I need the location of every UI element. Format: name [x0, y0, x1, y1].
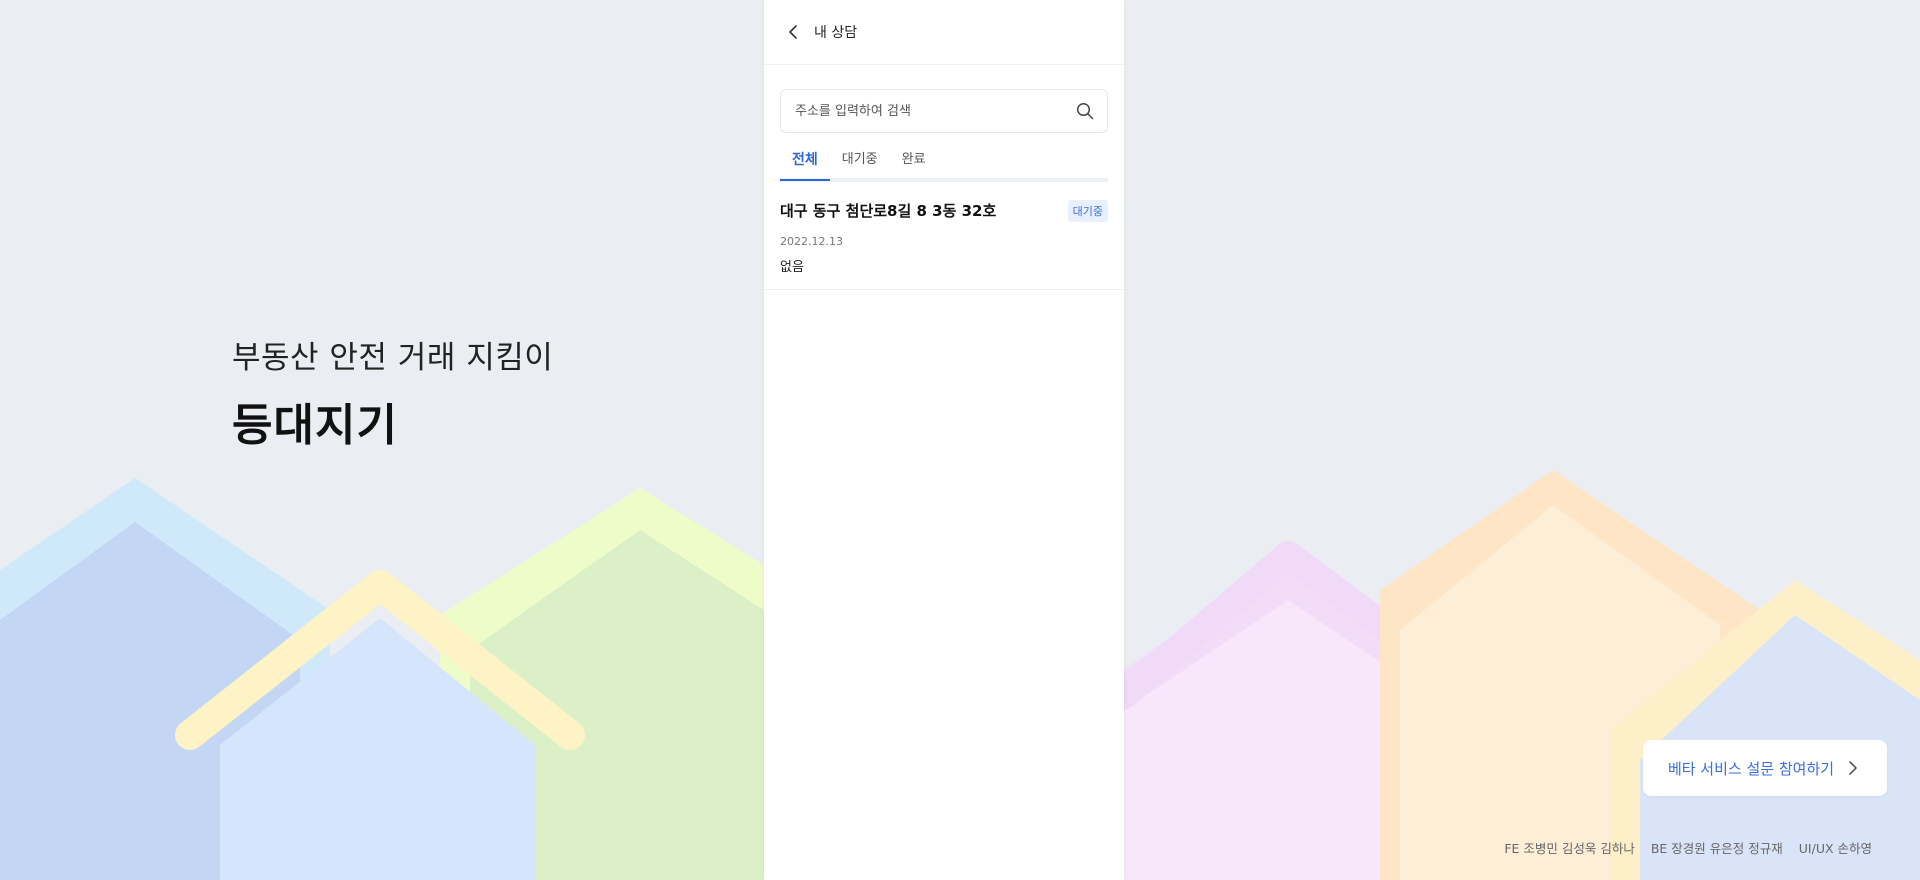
status-badge: 대기중: [1067, 200, 1108, 222]
brand-title: 등대지기: [232, 400, 398, 451]
survey-button[interactable]: 베타 서비스 설문 참여하기: [1643, 740, 1887, 796]
search-input[interactable]: [793, 102, 1075, 120]
credit-fe: FE 조병민 김성욱 김하나: [1504, 841, 1635, 856]
item-date: 2022.12.13: [780, 235, 843, 248]
survey-button-label: 베타 서비스 설문 참여하기: [1667, 759, 1835, 778]
chevron-left-icon[interactable]: [784, 23, 802, 41]
app-panel: 내 상담 전체 대기중 완료 대구 동구 첨단로8길 8 3동 32호 대기중 …: [764, 0, 1124, 880]
search-box: [780, 89, 1108, 133]
credits: FE 조병민 김성욱 김하나 BE 장경원 유은정 정규재 UI/UX 손하영: [1504, 838, 1872, 857]
status-tabs: 전체 대기중 완료: [780, 145, 1108, 182]
list-item[interactable]: 대구 동구 첨단로8길 8 3동 32호 대기중 2022.12.13 없음: [764, 182, 1124, 290]
chevron-right-icon: [1848, 761, 1862, 775]
brand-subtitle: 부동산 안전 거래 지킴이: [232, 340, 554, 376]
page-title: 내 상담: [814, 25, 858, 41]
tab-waiting[interactable]: 대기중: [830, 145, 890, 178]
brand-block: 부동산 안전 거래 지킴이 등대지기: [232, 332, 553, 453]
item-memo: 없음: [780, 260, 804, 275]
tab-all[interactable]: 전체: [780, 145, 830, 181]
credit-uiux: UI/UX 손하영: [1798, 841, 1872, 856]
tab-done[interactable]: 완료: [890, 145, 938, 178]
item-address: 대구 동구 첨단로8길 8 3동 32호: [780, 202, 997, 220]
credit-be: BE 장경원 유은정 정규재: [1650, 841, 1783, 856]
top-bar: 내 상담: [764, 0, 1124, 65]
search-icon[interactable]: [1075, 101, 1095, 121]
